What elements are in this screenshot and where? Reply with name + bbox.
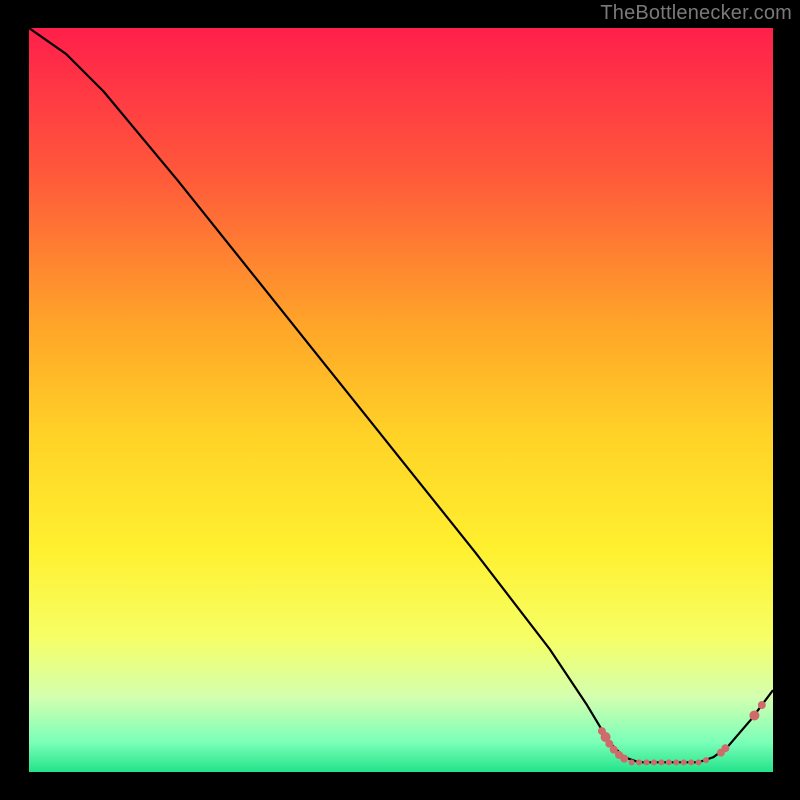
- data-marker: [629, 759, 635, 765]
- data-marker: [721, 744, 729, 752]
- data-marker: [651, 759, 657, 765]
- plot-background: [29, 28, 773, 772]
- chart-svg: [0, 0, 800, 800]
- data-marker: [758, 701, 766, 709]
- data-marker: [688, 759, 694, 765]
- data-marker: [620, 755, 628, 763]
- data-marker: [681, 759, 687, 765]
- data-marker: [658, 759, 664, 765]
- data-marker: [673, 759, 679, 765]
- data-marker: [703, 757, 709, 763]
- chart-stage: { "attribution": "TheBottlenecker.com", …: [0, 0, 800, 800]
- data-marker: [749, 710, 759, 720]
- data-marker: [644, 759, 650, 765]
- data-marker: [636, 759, 642, 765]
- attribution-text: TheBottlenecker.com: [600, 2, 792, 25]
- data-marker: [666, 759, 672, 765]
- data-marker: [696, 759, 702, 765]
